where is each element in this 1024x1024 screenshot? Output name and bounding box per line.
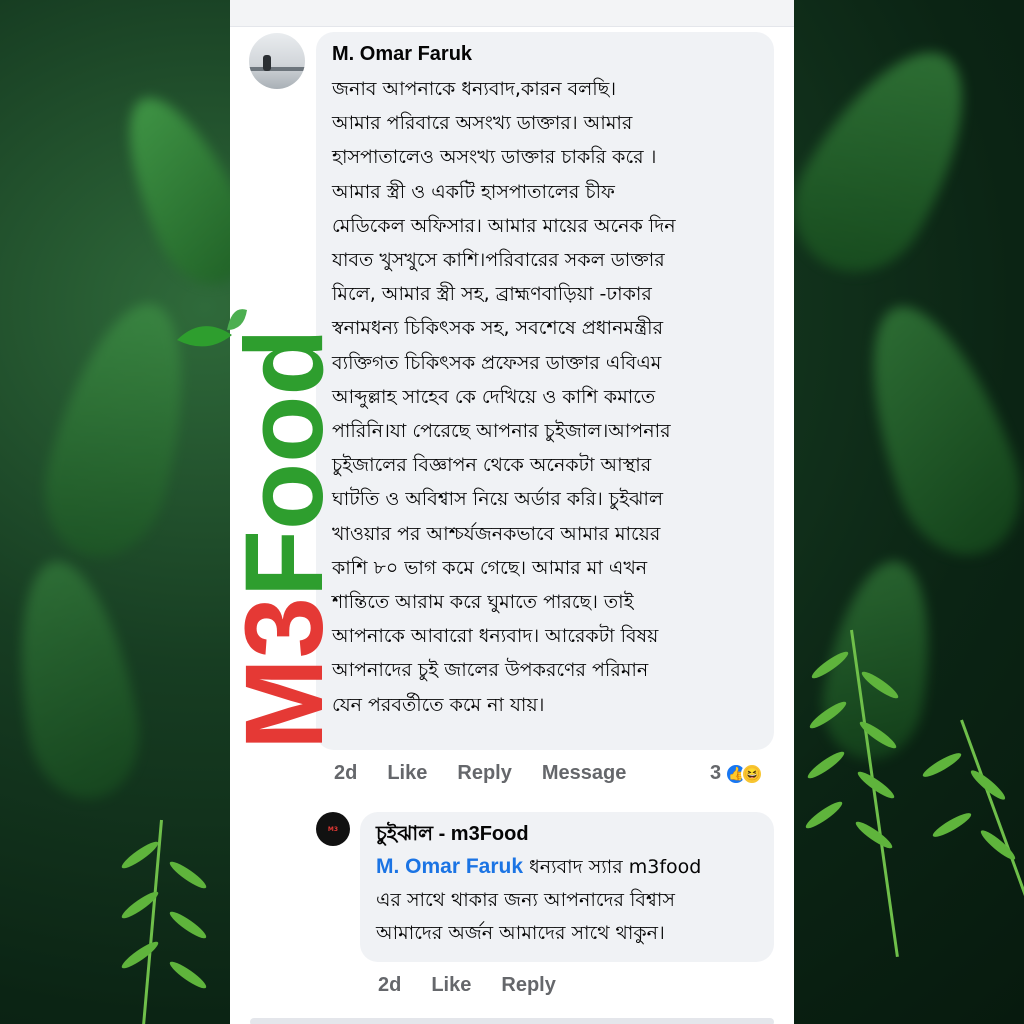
- watermark-3: 3: [223, 597, 346, 659]
- haha-icon: 😆: [741, 762, 764, 785]
- comment-author[interactable]: M. Omar Faruk: [332, 42, 758, 66]
- reply-author[interactable]: চুইঝাল - m3Food: [376, 822, 758, 846]
- reply-text: M. Omar Faruk ধন্যবাদ স্যার m3food এর সা…: [376, 850, 758, 950]
- comment-line: ব্যক্তিগত চিকিৎসক প্রফেসর ডাক্তার এবিএম: [332, 351, 662, 374]
- fern-leaflet: [167, 858, 209, 892]
- watermark-m: M: [223, 658, 346, 750]
- leaf-shape: [0, 552, 151, 808]
- reply-reply-button[interactable]: Reply: [501, 974, 555, 997]
- reply-time[interactable]: 2d: [378, 974, 401, 997]
- comment-text: জনাব আপনাকে ধন্যবাদ,কারন বলছি। আমার পরিবা…: [332, 72, 758, 722]
- watermark-food: Food: [223, 328, 346, 598]
- reply-actions: 2d Like Reply: [378, 974, 586, 997]
- like-button[interactable]: Like: [387, 762, 427, 785]
- comment-line: আপনাদের চুই জালের উপকরণের পরিমান: [332, 659, 649, 682]
- comment-line: আমার পরিবারে অসংখ্য ডাক্তার। আমার: [332, 112, 633, 135]
- fern-leaflet: [920, 749, 964, 781]
- comment-line: শান্তিতে আরাম করে ঘুমাতে পারছে। তাই: [332, 591, 634, 614]
- fern-leaflet: [930, 809, 974, 841]
- page-avatar[interactable]: M3: [316, 812, 350, 846]
- comment-bubble: M. Omar Faruk জনাব আপনাকে ধন্যবাদ,কারন ব…: [316, 32, 774, 750]
- reply-text-lines: এর সাথে থাকার জন্য আপনাদের বিশ্বাস আমাদের…: [376, 884, 758, 950]
- m3food-watermark: M 3 Food: [223, 328, 346, 750]
- comment-line: কাশি ৮০ ভাগ কমে গেছে। আমার মা এখন: [332, 556, 648, 579]
- reply-text-first: ধন্যবাদ স্যার m3food: [523, 856, 702, 878]
- comment-line: মিলে, আমার স্ত্রী সহ, ব্রাহ্মণবাড়িয়া -…: [332, 283, 652, 306]
- comment-line: ঘাটতি ও অবিশ্বাস নিয়ে অর্ডার করি। চুইঝা…: [332, 488, 664, 511]
- fern-stem: [960, 719, 1024, 1003]
- reply-bubble: চুইঝাল - m3Food M. Omar Faruk ধন্যবাদ স্…: [360, 812, 774, 962]
- message-button[interactable]: Message: [542, 762, 627, 785]
- reply-button[interactable]: Reply: [457, 762, 511, 785]
- comment-time[interactable]: 2d: [334, 762, 357, 785]
- comment-line: হাসপাতালেও অসংখ্য ডাক্তার চাকরি করে ।: [332, 146, 657, 169]
- top-gap: [230, 0, 794, 26]
- avatar-horizon: [249, 67, 305, 71]
- fern-leaflet: [977, 827, 1019, 863]
- fern-leaflet: [167, 958, 209, 992]
- comment-line: আমার স্ত্রী ও একটি হাসপাতালের চীফ: [332, 180, 615, 203]
- reaction-summary[interactable]: 3 👍 😆: [710, 762, 764, 785]
- reply-like-button[interactable]: Like: [431, 974, 471, 997]
- fern-leaflet: [119, 938, 161, 972]
- comment-line: খাওয়ার পর আশ্চর্যজনকভাবে আমার মায়ের: [332, 522, 661, 545]
- comment-line: মেডিকেল অফিসার। আমার মায়ের অনেক দিন: [332, 214, 676, 237]
- comment-line: যেন পরবর্তীতে কমে না যায়।: [332, 693, 545, 716]
- page-avatar-logo: M3: [327, 825, 339, 833]
- comment-line: যাবত খুসখুসে কাশি।পরিবারের সকল ডাক্তার: [332, 249, 665, 272]
- reply-line: আমাদের অর্জন আমাদের সাথে থাকুন।: [376, 922, 665, 944]
- top-divider: [230, 26, 794, 27]
- comment-line: চুইজালের বিজ্ঞাপন থেকে অনেকটা আস্থার: [332, 454, 652, 477]
- leaf-shape: [768, 23, 1002, 297]
- fern-leaflet: [803, 798, 845, 832]
- comment-line: আপনাকে আবারো ধন্যবাদ। আরেকটা বিষয়: [332, 625, 659, 648]
- comment-actions: 2d Like Reply Message: [334, 762, 656, 785]
- avatar-person: [263, 55, 271, 71]
- fern-leaflet: [167, 908, 209, 942]
- reply-line: এর সাথে থাকার জন্য আপনাদের বিশ্বাস: [376, 889, 675, 911]
- fern-leaflet: [119, 838, 161, 872]
- fern-leaflet: [805, 748, 847, 782]
- next-comment-edge: [250, 1018, 774, 1024]
- comment-line: পারিনি।যা পেরেছে আপনার চুইজাল।আপনার: [332, 420, 671, 443]
- commenter-avatar[interactable]: [249, 33, 305, 89]
- comment-line: জনাব আপনাকে ধন্যবাদ,কারন বলছি।: [332, 78, 617, 100]
- comment-line: আব্দুল্লাহ সাহেব কে দেখিয়ে ও কাশি কমাতে: [332, 385, 656, 408]
- comment-line: স্বনামধন্য চিকিৎসক সহ, সবশেষে প্রধানমন্ত…: [332, 317, 664, 340]
- fern-leaflet: [853, 818, 895, 852]
- reply-mention[interactable]: M. Omar Faruk: [376, 855, 523, 878]
- leaf-shape: [839, 287, 1024, 573]
- reaction-count: 3: [710, 762, 722, 784]
